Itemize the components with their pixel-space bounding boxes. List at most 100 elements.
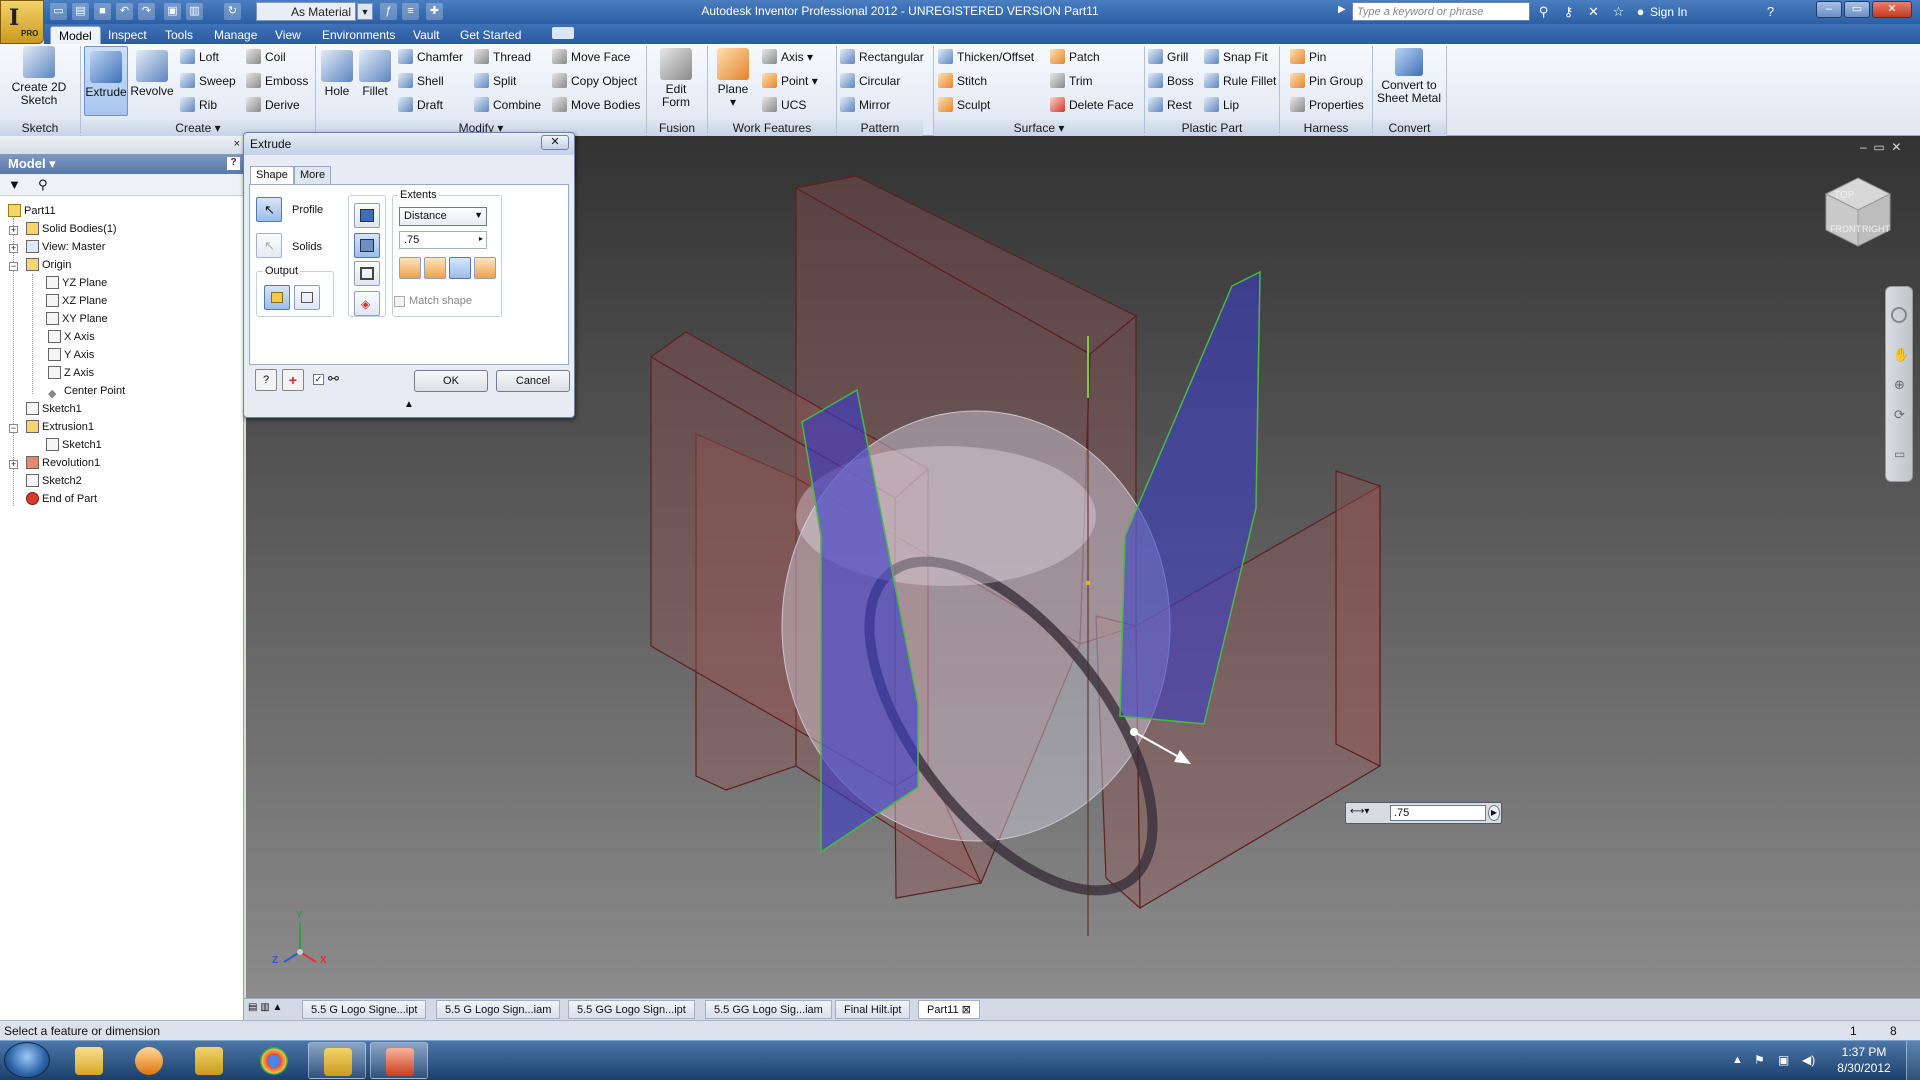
tab-model[interactable]: Model <box>50 26 101 44</box>
mirror-button[interactable]: Mirror <box>840 96 890 114</box>
rib-button[interactable]: Rib <box>180 96 217 114</box>
formula-icon[interactable]: ƒ <box>380 3 397 20</box>
chevron-down-icon[interactable]: ▼ <box>357 3 373 20</box>
tree-item-yz-plane[interactable]: YZ Plane <box>46 274 107 292</box>
orbit-icon[interactable]: ⟳ <box>1894 407 1905 423</box>
tab-more[interactable]: More <box>294 166 332 184</box>
arrow-handle[interactable] <box>1130 728 1138 736</box>
tab-environments[interactable]: Environments <box>314 26 403 44</box>
add-icon[interactable]: + <box>282 369 304 391</box>
pan-icon[interactable]: ✋ <box>1893 347 1909 363</box>
boss-button[interactable]: Boss <box>1148 72 1194 90</box>
file-tab[interactable]: Final Hilt.ipt <box>835 1000 911 1019</box>
derive-button[interactable]: Derive <box>246 96 300 114</box>
point-button[interactable]: Point ▾ <box>762 72 818 90</box>
restore-icon[interactable]: ▭ <box>1873 140 1884 154</box>
tree-item-sketch1[interactable]: Sketch1 <box>26 400 82 418</box>
zoom-icon[interactable]: ⊕ <box>1894 377 1905 393</box>
tab-shape[interactable]: Shape <box>250 166 294 185</box>
shell-button[interactable]: Shell <box>398 72 444 90</box>
tab-view[interactable]: View <box>267 26 309 44</box>
key-icon[interactable]: ⚷ <box>1560 3 1577 20</box>
axis-button[interactable]: Axis ▾ <box>762 48 813 66</box>
tree-item-z-axis[interactable]: Z Axis <box>48 364 94 382</box>
binoculars-icon[interactable]: ⚲ <box>1535 3 1552 20</box>
emboss-button[interactable]: Emboss <box>246 72 308 90</box>
file-tab-active[interactable]: Part11 ⊠ <box>918 1000 980 1019</box>
convert-to-sheet-metal-button[interactable]: Convert to Sheet Metal <box>1376 48 1442 105</box>
line-weight-icon[interactable]: ≡ <box>402 3 419 20</box>
direction-1-button[interactable] <box>399 257 421 279</box>
maximize-button[interactable]: ▭ <box>1844 1 1870 18</box>
network-icon[interactable]: ▣ <box>1778 1053 1789 1067</box>
combine-button[interactable]: Combine <box>474 96 541 114</box>
grill-button[interactable]: Grill <box>1148 48 1188 66</box>
output-solid-button[interactable] <box>264 285 290 310</box>
trim-button[interactable]: Trim <box>1050 72 1093 90</box>
tab-inspect[interactable]: Inspect <box>100 26 155 44</box>
taskbar-explorer[interactable] <box>60 1042 118 1079</box>
filter-icon[interactable]: ▼ <box>8 177 21 192</box>
file-tab[interactable]: 5.5 G Logo Sign...iam <box>436 1000 561 1019</box>
symmetric-button[interactable] <box>449 257 471 279</box>
file-tab[interactable]: 5.5 GG Logo Sign...ipt <box>568 1000 695 1019</box>
loft-button[interactable]: Loft <box>180 48 219 66</box>
tab-layout-icons[interactable]: ▤ ▥ ▲ <box>248 1002 298 1016</box>
tree-item-origin[interactable]: Origin <box>26 256 71 274</box>
thread-button[interactable]: Thread <box>474 48 531 66</box>
pin-button[interactable]: Pin <box>1290 48 1326 66</box>
tree-item-extrusion1[interactable]: Extrusion1 <box>26 418 94 436</box>
move-face-button[interactable]: Move Face <box>552 48 630 66</box>
taskbar-chrome[interactable] <box>245 1042 303 1079</box>
tree-item-view-master[interactable]: View: Master <box>26 238 105 256</box>
tree-item-revolution1[interactable]: Revolution1 <box>26 454 100 472</box>
stitch-button[interactable]: Stitch <box>938 72 987 90</box>
tree-item-solid-bodies[interactable]: Solid Bodies(1) <box>26 220 117 238</box>
cancel-button[interactable]: Cancel <box>496 370 570 392</box>
properties-button[interactable]: Properties <box>1290 96 1364 114</box>
new-solid-button[interactable]: ◈ <box>354 291 380 316</box>
create-2d-sketch-button[interactable]: Create 2D Sketch <box>6 46 72 107</box>
system-clock[interactable]: 1:37 PM 8/30/2012 <box>1824 1044 1904 1076</box>
tree-item-end-of-part[interactable]: End of Part <box>26 490 97 508</box>
tab-tools[interactable]: Tools <box>157 26 201 44</box>
cut-button[interactable] <box>354 233 380 258</box>
intersect-button[interactable] <box>354 261 380 286</box>
rule-fillet-button[interactable]: Rule Fillet <box>1204 72 1276 90</box>
ok-button[interactable]: OK <box>414 370 488 392</box>
dimension-input[interactable]: .75 <box>1390 805 1486 821</box>
tab-manage[interactable]: Manage <box>206 26 265 44</box>
sculpt-button[interactable]: Sculpt <box>938 96 990 114</box>
tree-item-x-axis[interactable]: X Axis <box>48 328 95 346</box>
minimize-button[interactable]: – <box>1816 1 1842 18</box>
solids-select-button[interactable]: ↖ <box>256 233 282 258</box>
minimize-icon[interactable]: – <box>1860 140 1867 154</box>
ribbon-toggle-icon[interactable] <box>552 27 574 39</box>
file-tab[interactable]: 5.5 GG Logo Sig...iam <box>705 1000 832 1019</box>
direction-2-button[interactable] <box>424 257 446 279</box>
patch-button[interactable]: Patch <box>1050 48 1100 66</box>
tab-get-started[interactable]: Get Started <box>452 26 529 44</box>
search-input[interactable]: Type a keyword or phrase <box>1352 2 1530 21</box>
close-icon[interactable]: × <box>234 138 240 150</box>
open-file-icon[interactable]: ▤ <box>72 3 89 20</box>
file-tab[interactable]: 5.5 G Logo Signe...ipt <box>302 1000 427 1019</box>
tree-item-xy-plane[interactable]: XY Plane <box>46 310 108 328</box>
undo-icon[interactable]: ↶ <box>116 3 133 20</box>
hole-button[interactable]: Hole <box>318 50 356 98</box>
tree-item-xz-plane[interactable]: XZ Plane <box>46 292 107 310</box>
collapse-icon[interactable]: − <box>9 424 18 433</box>
browser-header[interactable]: Model ▾? <box>0 154 244 174</box>
thicken-offset-button[interactable]: Thicken/Offset <box>938 48 1034 66</box>
edit-form-button[interactable]: Edit Form <box>652 48 700 109</box>
rectangular-pattern-button[interactable]: Rectangular <box>840 48 924 66</box>
close-window-button[interactable]: ✕ <box>1872 1 1912 18</box>
taskbar-inventor-active[interactable] <box>308 1042 366 1079</box>
save-icon[interactable]: ■ <box>94 3 111 20</box>
panel-surface-label[interactable]: Surface ▾ <box>934 120 1144 136</box>
profile-select-button[interactable]: ↖ <box>256 197 282 222</box>
collapse-dialog-icon[interactable]: ▲ <box>404 399 414 410</box>
plane-button[interactable]: Plane ▾ <box>712 48 754 109</box>
tools-icon[interactable]: ✕ <box>1585 3 1602 20</box>
taskbar-media-player[interactable] <box>120 1042 178 1079</box>
